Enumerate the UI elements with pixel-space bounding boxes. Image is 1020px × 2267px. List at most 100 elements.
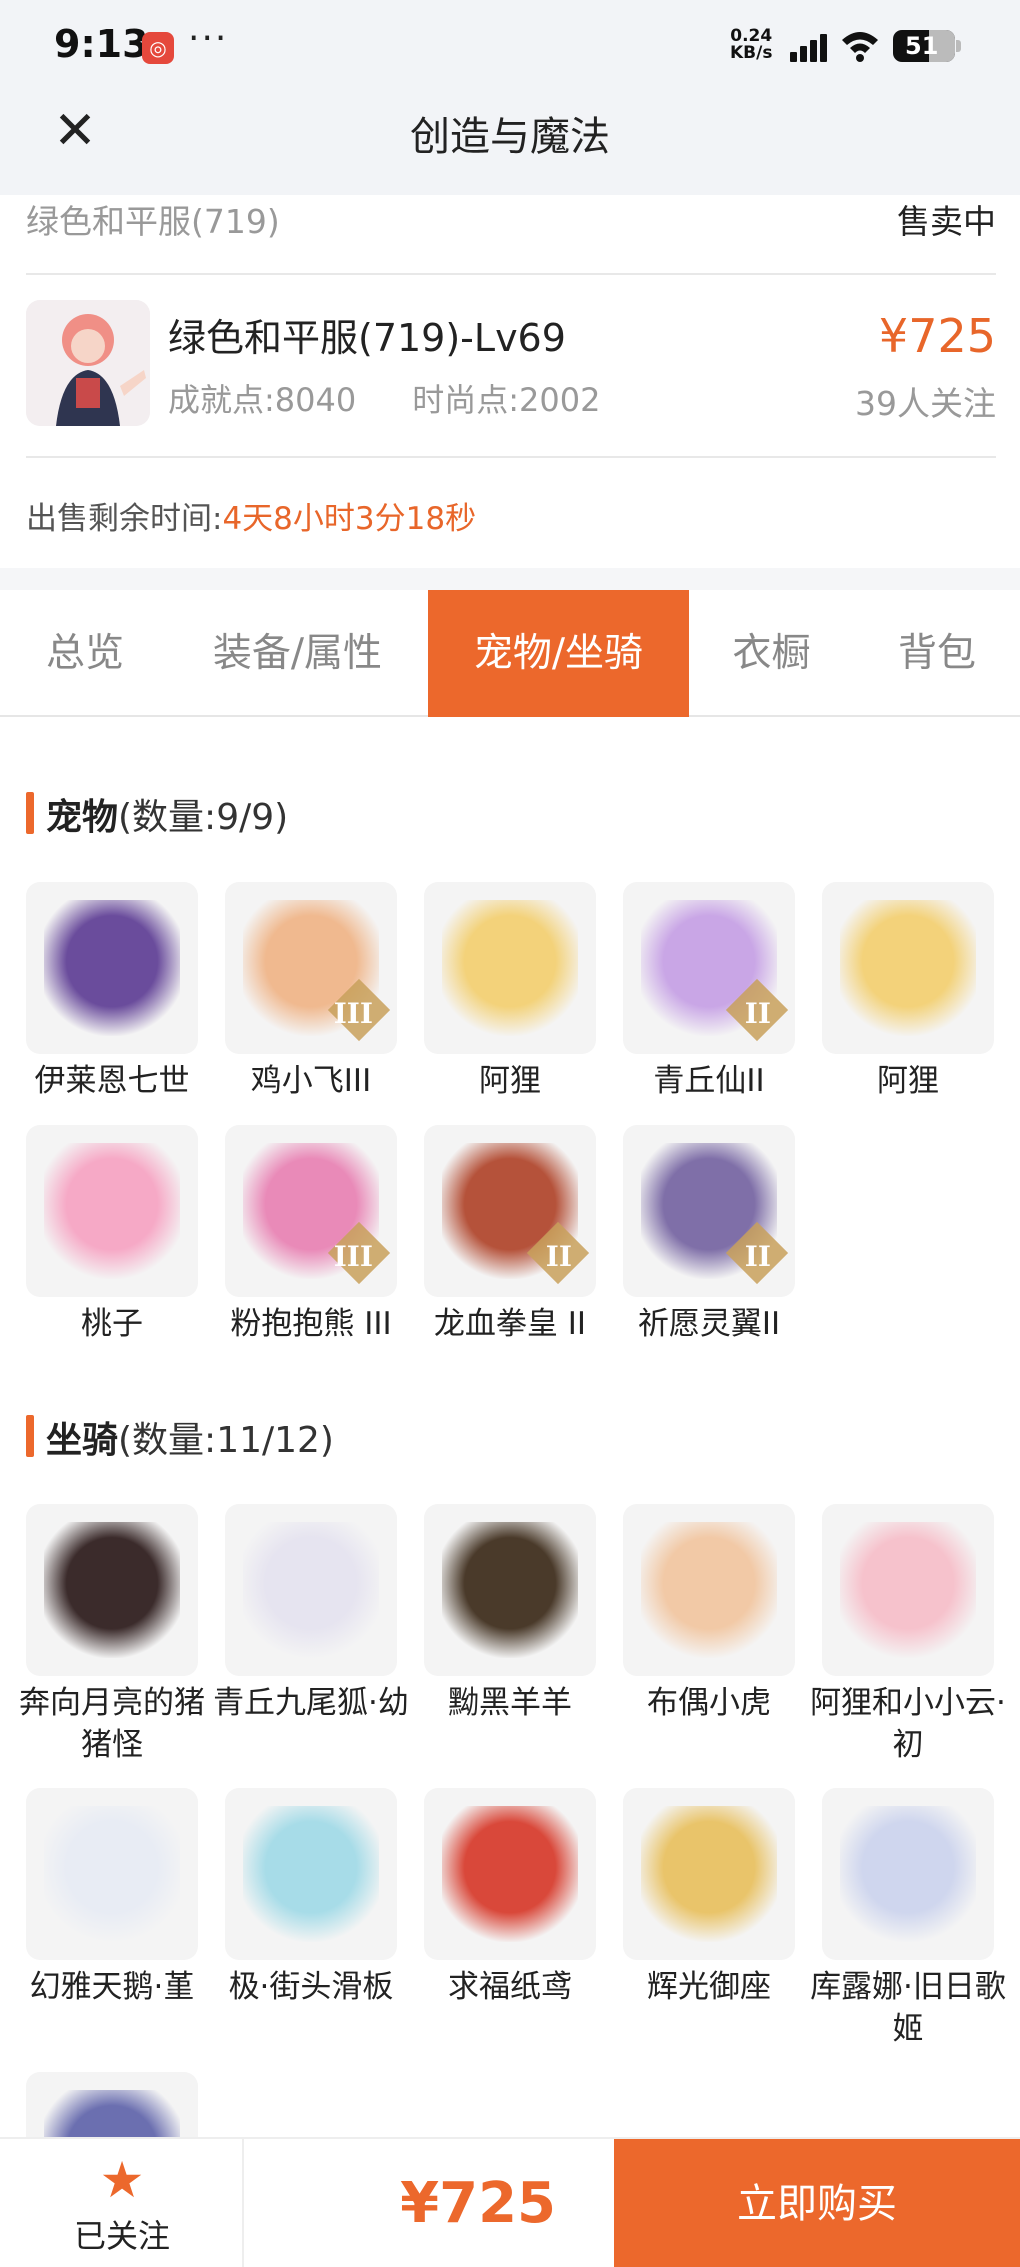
item-name: 极·街头滑板 [228, 1969, 394, 2005]
item-thumbnail [822, 1504, 994, 1676]
tier-label: II [744, 997, 771, 1030]
tab-pets-mounts[interactable]: 宠物/坐骑 [428, 590, 689, 717]
item-art [840, 1522, 976, 1658]
character-avatar-art [26, 300, 150, 426]
item-art [641, 1522, 777, 1658]
item-thumbnail [424, 882, 596, 1054]
item-name: 龙血拳皇 II [433, 1306, 587, 1342]
tab-bar: 总览 装备/属性 宠物/坐骑 衣橱 背包 [0, 590, 1020, 717]
item-name: 阿狸 [877, 1063, 939, 1099]
network-speed: 0.24 KB/s [730, 26, 773, 63]
follow-button[interactable]: ★ 已关注 [0, 2139, 244, 2267]
item-thumbnail [424, 1788, 596, 1960]
tab-equipment[interactable]: 装备/属性 [170, 590, 425, 717]
server-name: 绿色和平服(719) [26, 202, 280, 241]
item-art [44, 1143, 180, 1279]
item-thumbnail: III [225, 882, 397, 1054]
item-art [442, 900, 578, 1036]
signal-icon [790, 34, 830, 62]
item-art [44, 900, 180, 1036]
bottom-price: ¥725 [400, 2171, 556, 2236]
tier-label: II [545, 1240, 572, 1273]
item-art [840, 1806, 976, 1942]
bottom-bar: ★ 已关注 ¥725 立即购买 [0, 2137, 1020, 2267]
sale-status: 售卖中 [897, 202, 996, 241]
item-name: 库露娜·旧日歌姬 [810, 1969, 1006, 2047]
item-art [44, 1806, 180, 1942]
top-bar: 9:13 ◎ ··· 0.24 KB/s 51 ✕ 创造与魔法 [0, 0, 1020, 195]
section-accent-bar [26, 792, 34, 834]
item-thumbnail [424, 1504, 596, 1676]
character-avatar [26, 300, 150, 426]
fashion-points: 时尚点:2002 [412, 381, 601, 419]
wifi-icon [840, 30, 880, 71]
item-name: 奔向月亮的猪猪怪 [19, 1685, 205, 1763]
more-notifications-icon: ··· [188, 18, 229, 59]
server-row: 绿色和平服(719) 售卖中 [26, 195, 996, 275]
app-notification-icon: ◎ [142, 32, 174, 64]
item-name: 求福纸鸢 [448, 1969, 572, 2005]
item-thumbnail [26, 2072, 198, 2137]
item-art [442, 1806, 578, 1942]
mounts-section-title: 坐骑(数量:11/12) [26, 1411, 334, 1463]
character-stats: 成就点:8040 时尚点:2002 [168, 375, 600, 421]
remaining-time: 出售剩余时间:4天8小时3分18秒 [26, 493, 476, 538]
item-art [243, 1522, 379, 1658]
battery-icon: 51 [893, 30, 961, 62]
grid-item[interactable] [26, 2072, 198, 2137]
item-name: 布偶小虎 [647, 1685, 771, 1721]
remaining-time-label: 出售剩余时间: [26, 501, 223, 537]
item-thumbnail: II [424, 1125, 596, 1297]
item-thumbnail: III [225, 1125, 397, 1297]
wifi-glyph [842, 32, 878, 62]
section-divider [0, 568, 1020, 590]
achievement-points: 成就点:8040 [168, 381, 357, 419]
tier-label: III [333, 1240, 373, 1273]
item-thumbnail [623, 1504, 795, 1676]
item-thumbnail [822, 1788, 994, 1960]
item-name: 粉抱抱熊 III [230, 1306, 392, 1342]
tab-overview[interactable]: 总览 [0, 590, 170, 717]
item-name: 幻雅天鹅·堇 [29, 1969, 195, 2005]
item-thumbnail [26, 1504, 198, 1676]
item-name: 黝黑羊羊 [448, 1685, 572, 1721]
tab-backpack[interactable]: 背包 [854, 590, 1020, 717]
tab-wardrobe[interactable]: 衣橱 [689, 590, 854, 717]
item-art [44, 1522, 180, 1658]
item-name: 伊莱恩七世 [34, 1063, 190, 1099]
follow-label: 已关注 [73, 2217, 170, 2255]
item-art [641, 1806, 777, 1942]
status-bar: 9:13 ◎ ··· 0.24 KB/s 51 [0, 0, 1020, 95]
account-summary: 绿色和平服(719) 售卖中 绿色和平服(719)-Lv69 成就点:8040 时… [0, 195, 1020, 590]
item-name: 阿狸和小小云·初 [810, 1685, 1006, 1763]
item-art [442, 1522, 578, 1658]
tier-label: II [744, 1240, 771, 1273]
item-thumbnail [225, 1788, 397, 1960]
item-thumbnail [26, 882, 198, 1054]
battery-tip [956, 40, 961, 52]
character-name: 绿色和平服(719)-Lv69 [168, 316, 566, 360]
item-name: 辉光御座 [647, 1969, 771, 2005]
item-name: 阿狸 [479, 1063, 541, 1099]
remaining-time-value: 4天8小时3分18秒 [222, 501, 477, 537]
item-thumbnail [822, 882, 994, 1054]
star-icon: ★ [99, 2151, 145, 2209]
item-name: 青丘九尾狐·幼 [213, 1685, 409, 1721]
character-row[interactable]: 绿色和平服(719)-Lv69 成就点:8040 时尚点:2002 ¥725 39… [26, 275, 996, 458]
character-price: ¥725 [878, 309, 996, 363]
item-thumbnail [225, 1504, 397, 1676]
item-thumbnail [26, 1788, 198, 1960]
item-name: 祈愿灵翼II [637, 1306, 781, 1342]
item-name: 青丘仙II [653, 1063, 765, 1099]
item-name: 桃子 [81, 1306, 143, 1342]
tier-label: III [333, 997, 373, 1030]
follower-count: 39人关注 [855, 384, 996, 423]
status-time: 9:13 [54, 22, 149, 66]
item-thumbnail: II [623, 1125, 795, 1297]
item-art [44, 2090, 180, 2137]
item-art [840, 900, 976, 1036]
item-art [243, 1806, 379, 1942]
item-thumbnail [623, 1788, 795, 1960]
section-accent-bar [26, 1415, 34, 1457]
buy-now-button[interactable]: 立即购买 [614, 2139, 1020, 2267]
